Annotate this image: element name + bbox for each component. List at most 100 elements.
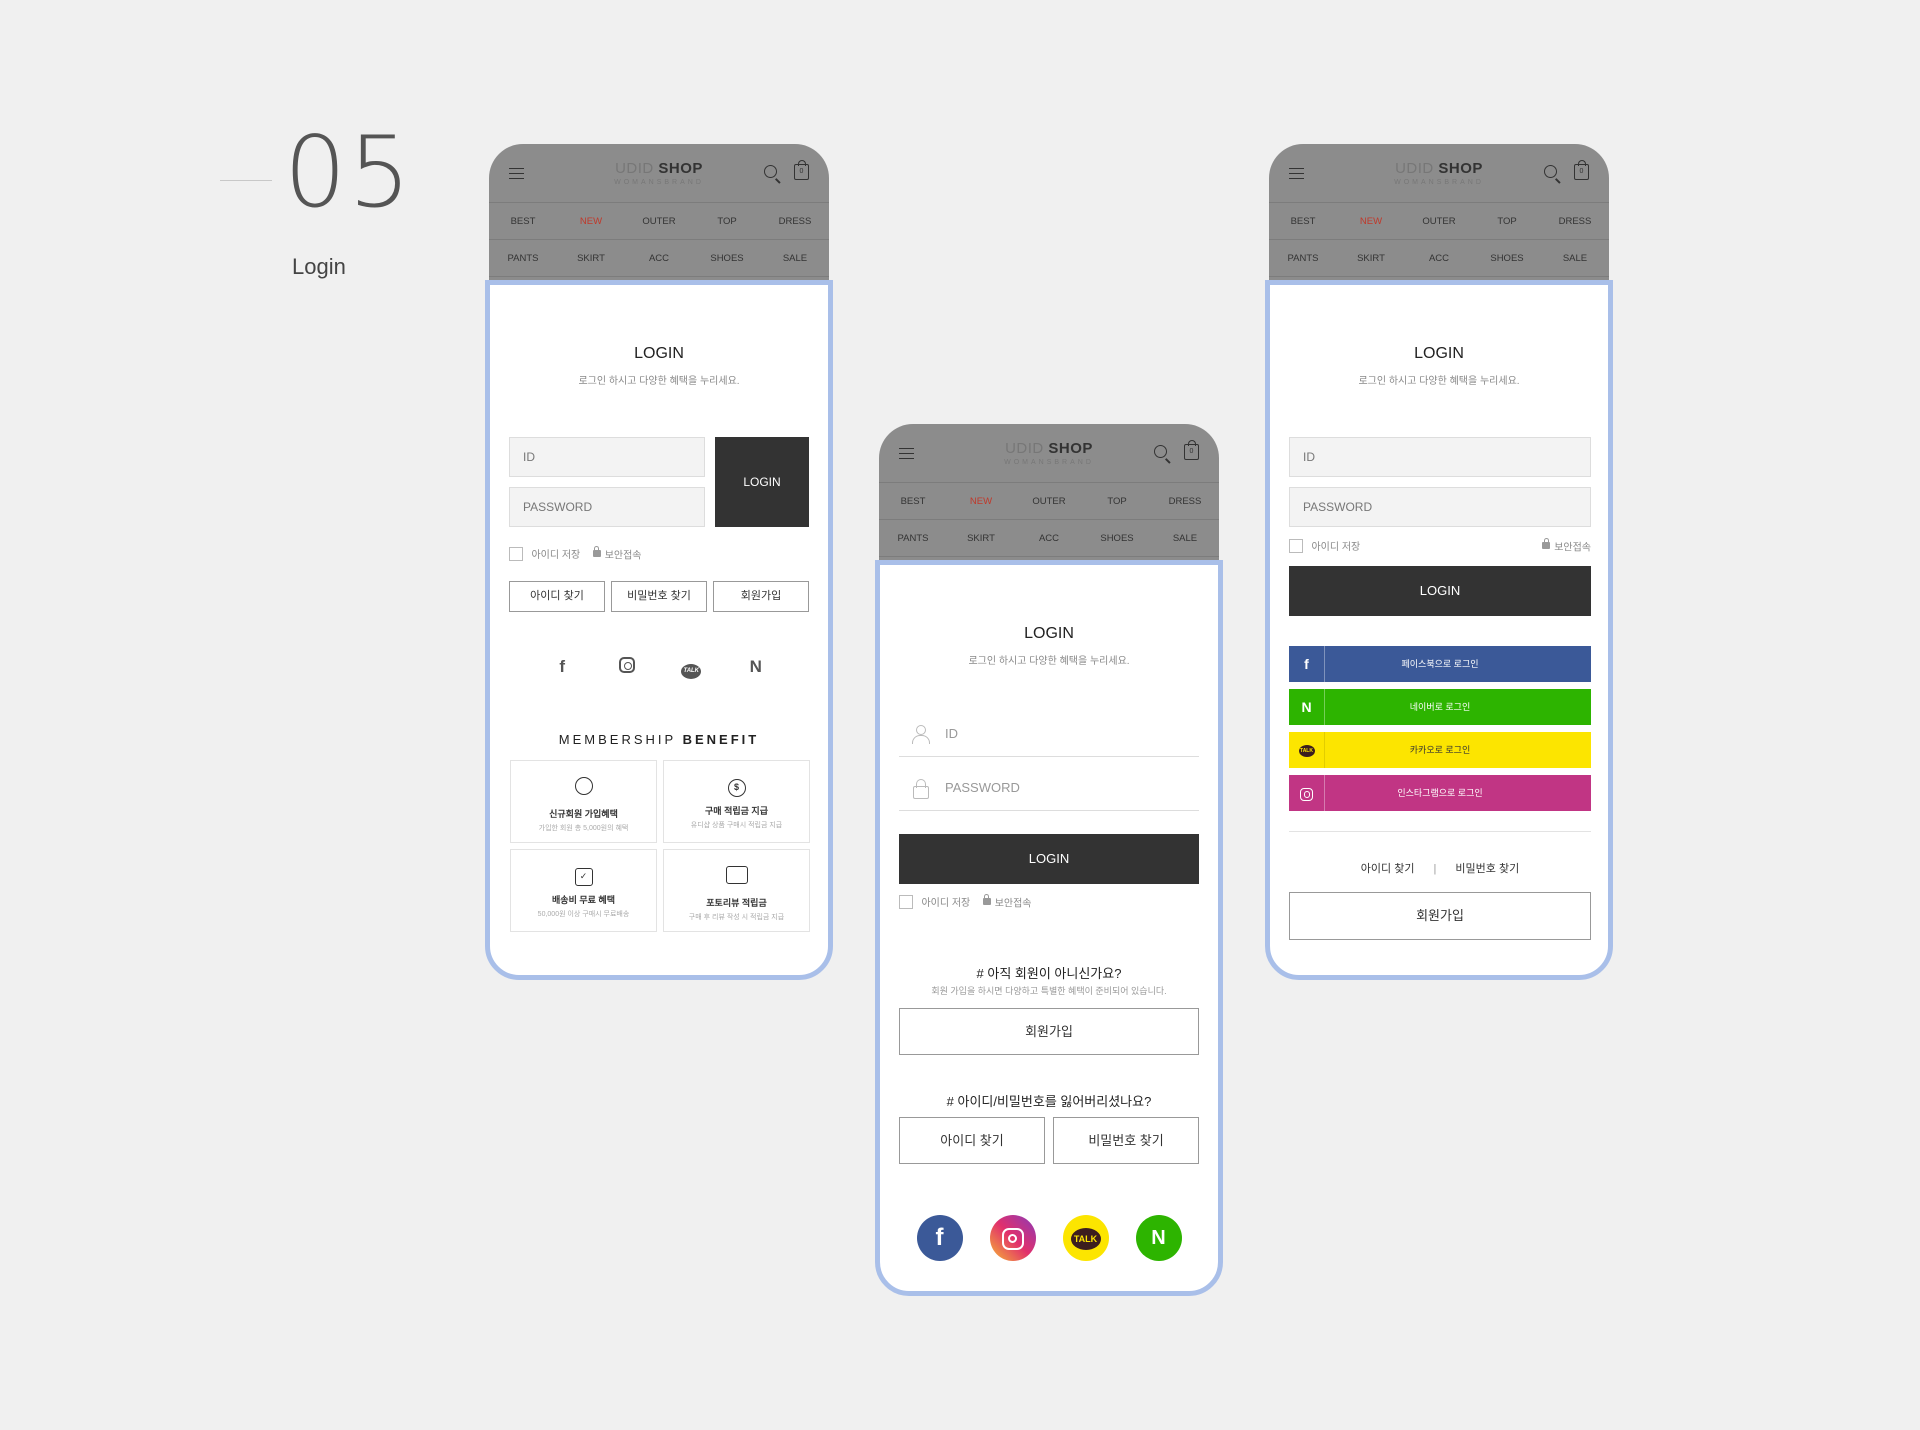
naver-login-button[interactable]: N 네이버로 로그인 [1289,689,1591,725]
shop-logo[interactable]: UDID SHOP [879,440,1219,457]
id-input[interactable]: ID [1289,437,1591,477]
cart-bag-icon[interactable]: 0 [1184,440,1199,460]
nav-item-shoes[interactable]: SHOES [1083,520,1151,557]
naver-icon[interactable]: N [1135,1215,1182,1261]
nav-item-skirt[interactable]: SKIRT [557,240,625,277]
search-icon[interactable] [1544,165,1557,178]
login-form: ID PASSWORD LOGIN 아이디 저장 보안접속 아이디 찾기 비밀번… [509,437,811,612]
nav-item-outer[interactable]: OUTER [1015,483,1083,520]
facebook-login-button[interactable]: f 페이스북으로 로그인 [1289,646,1591,682]
phone-mockup-login-v1: UDID SHOP WOMANSBRAND 0 BEST NEW OUTER T… [485,144,833,980]
kakaotalk-icon: TALK [1289,732,1325,768]
secure-login-label[interactable]: 보안접속 [1554,542,1591,553]
nav-item-sale[interactable]: SALE [1541,240,1609,277]
nav-item-skirt[interactable]: SKIRT [1337,240,1405,277]
password-input[interactable]: PASSWORD [899,765,1199,811]
save-id-checkbox[interactable] [1289,538,1303,553]
instagram-icon [1289,775,1325,811]
secure-login-label[interactable]: 보안접속 [995,898,1032,909]
nav-item-pants[interactable]: PANTS [489,240,557,277]
category-nav: BEST NEW OUTER TOP DRESS PANTS SKIRT ACC… [879,482,1219,557]
benefit-desc: 가입한 회원 총 5,000원의 혜택 [538,825,629,832]
nav-item-shoes[interactable]: SHOES [1473,240,1541,277]
instagram-login-button[interactable]: 인스타그램으로 로그인 [1289,775,1591,811]
nav-item-dress[interactable]: DRESS [761,203,829,240]
naver-icon[interactable]: N [741,657,771,679]
phone-mockup-login-v2: UDID SHOP WOMANSBRAND 0 BEST NEW OUTER T… [875,424,1223,1296]
id-input[interactable]: ID [509,437,705,477]
nav-item-top[interactable]: TOP [693,203,761,240]
nav-item-best[interactable]: BEST [489,203,557,240]
login-subtitle: 로그인 하시고 다양한 혜택을 누리세요. [968,656,1130,667]
cart-bag-icon[interactable]: 0 [794,160,809,180]
nav-item-pants[interactable]: PANTS [1269,240,1337,277]
nav-item-acc[interactable]: ACC [1405,240,1473,277]
cart-bag-icon[interactable]: 0 [1574,160,1589,180]
join-button[interactable]: 회원가입 [899,1008,1199,1055]
password-input[interactable]: PASSWORD [1289,487,1591,527]
save-id-label: 아이디 저장 [531,550,581,562]
find-password-button[interactable]: 비밀번호 찾기 [611,581,707,612]
nav-item-sale[interactable]: SALE [1151,520,1219,557]
nav-item-best[interactable]: BEST [1269,203,1337,240]
nav-item-outer[interactable]: OUTER [1405,203,1473,240]
nav-item-outer[interactable]: OUTER [625,203,693,240]
nav-item-best[interactable]: BEST [879,483,947,520]
kakaotalk-icon[interactable]: TALK [676,657,706,679]
user-icon [911,725,930,744]
nav-item-acc[interactable]: ACC [625,240,693,277]
benefit-desc: 구매 후 리뷰 작성 시 적립금 지급 [688,914,785,921]
facebook-icon[interactable]: f [916,1215,963,1261]
nav-item-pants[interactable]: PANTS [879,520,947,557]
join-button[interactable]: 회원가입 [1289,892,1591,940]
save-id-label: 아이디 저장 [921,898,971,910]
find-password-button[interactable]: 비밀번호 찾기 [1053,1117,1199,1164]
instagram-icon[interactable] [612,657,642,679]
nav-item-skirt[interactable]: SKIRT [947,520,1015,557]
user-icon [574,777,593,795]
facebook-icon[interactable]: f [547,657,577,679]
instagram-icon[interactable] [989,1215,1036,1261]
save-id-checkbox[interactable] [509,546,523,561]
search-icon[interactable] [1154,445,1167,458]
secure-login-label[interactable]: 보안접속 [605,550,642,561]
find-id-button[interactable]: 아이디 찾기 [509,581,605,612]
search-icon[interactable] [764,165,777,178]
find-password-link[interactable]: 비밀번호 찾기 [1455,863,1519,875]
nav-item-sale[interactable]: SALE [761,240,829,277]
find-id-button[interactable]: 아이디 찾기 [899,1117,1045,1164]
login-title: LOGIN [1024,625,1074,642]
nav-item-new[interactable]: NEW [947,483,1015,520]
facebook-icon: f [1289,646,1325,682]
benefit-grid: 신규회원 가입혜택 가입한 회원 총 5,000원의 혜택 $ 구매 적립금 지… [510,760,810,932]
kakaotalk-icon[interactable]: TALK [1062,1215,1109,1261]
find-id-link[interactable]: 아이디 찾기 [1361,863,1415,875]
benefit-card: 포토리뷰 적립금 구매 후 리뷰 작성 시 적립금 지급 [663,849,810,932]
shop-logo[interactable]: UDID SHOP [489,160,829,177]
coin-icon: $ [727,779,746,797]
membership-benefit-title: MEMBERSHIP BENEFIT [558,732,760,747]
nav-item-shoes[interactable]: SHOES [693,240,761,277]
nav-item-top[interactable]: TOP [1083,483,1151,520]
login-button[interactable]: LOGIN [899,834,1199,884]
login-button[interactable]: LOGIN [715,437,809,527]
benefit-card: $ 구매 적립금 지급 유디샵 상품 구매시 적립금 지급 [663,760,810,843]
kakao-login-button[interactable]: TALK 카카오로 로그인 [1289,732,1591,768]
save-id-checkbox[interactable] [899,894,913,909]
login-button[interactable]: LOGIN [1289,566,1591,616]
nav-item-new[interactable]: NEW [1337,203,1405,240]
password-input[interactable]: PASSWORD [509,487,705,527]
nav-item-dress[interactable]: DRESS [1541,203,1609,240]
nav-item-top[interactable]: TOP [1473,203,1541,240]
login-title: LOGIN [634,345,684,362]
nav-item-new[interactable]: NEW [557,203,625,240]
id-input[interactable]: ID [899,711,1199,757]
shop-logo[interactable]: UDID SHOP [1269,160,1609,177]
not-member-desc: 회원 가입을 하시면 다양하고 특별한 혜택이 준비되어 있습니다. [931,986,1167,996]
nav-item-acc[interactable]: ACC [1015,520,1083,557]
section-number: 05 [284,116,413,230]
login-subtitle: 로그인 하시고 다양한 혜택을 누리세요. [1358,376,1520,387]
benefit-desc: 50,000원 이상 구매시 무료배송 [537,911,630,918]
join-button[interactable]: 회원가입 [713,581,809,612]
nav-item-dress[interactable]: DRESS [1151,483,1219,520]
